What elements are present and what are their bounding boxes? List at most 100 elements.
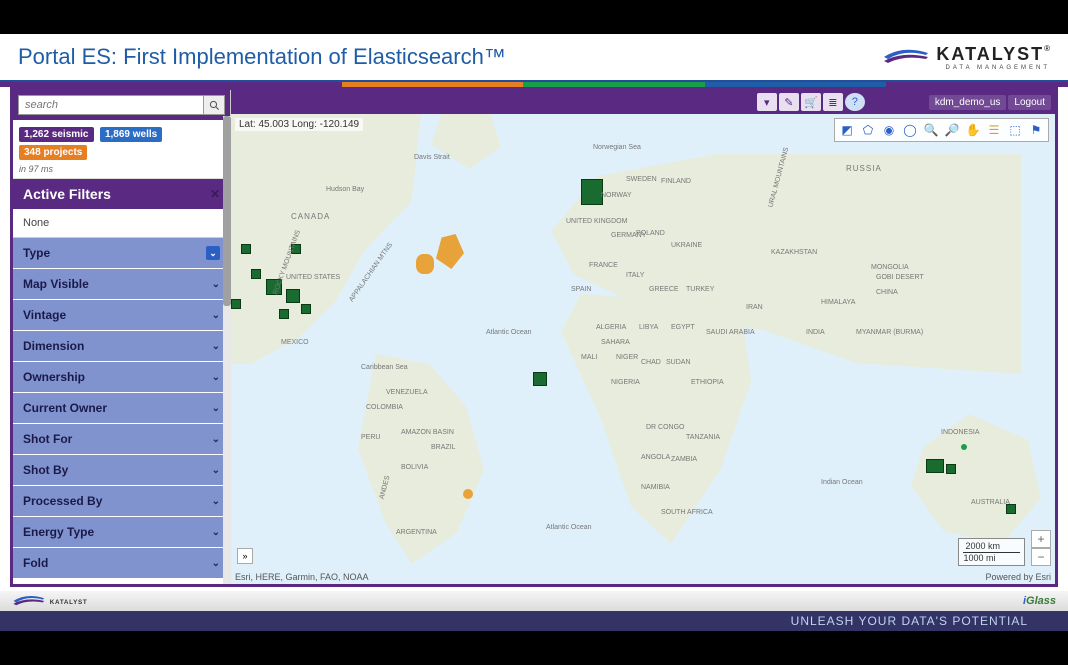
- result-badges: 1,262 seismic 1,869 wells 348 projects: [13, 120, 230, 162]
- map-canvas[interactable]: CANADARUSSIAHudson BayNorwegian SeaDavis…: [231, 114, 1055, 584]
- facet-ownership[interactable]: Ownership⌄: [13, 362, 230, 393]
- map-label: BOLIVIA: [401, 464, 428, 471]
- zoom-in-button[interactable]: +: [1031, 530, 1051, 548]
- map-label: MYANMAR (BURMA): [856, 329, 923, 336]
- active-filters-header: Active Filters ✕: [13, 179, 230, 209]
- map-label: TURKEY: [686, 286, 714, 293]
- map-label: COLOMBIA: [366, 404, 403, 411]
- filter-icon[interactable]: ▾: [757, 93, 777, 111]
- select-poly-icon[interactable]: ⬠: [858, 121, 878, 139]
- search-input[interactable]: [18, 95, 203, 115]
- map-label: SAHARA: [601, 339, 630, 346]
- list-icon[interactable]: ≣: [823, 93, 843, 111]
- map-label: SPAIN: [571, 286, 592, 293]
- help-icon[interactable]: ?: [845, 93, 865, 111]
- map-label: IRAN: [746, 304, 763, 311]
- active-filters-title: Active Filters: [23, 186, 111, 202]
- map-coords: Lat: 45.003 Long: -120.149: [235, 118, 363, 131]
- map-label: Atlantic Ocean: [546, 524, 592, 531]
- user-label[interactable]: kdm_demo_us: [929, 95, 1007, 110]
- facet-label: Dimension: [23, 339, 84, 353]
- chevron-down-icon: ⌄: [212, 558, 220, 569]
- select-rect-icon[interactable]: ◩: [837, 121, 857, 139]
- badge-wells[interactable]: 1,869 wells: [100, 127, 162, 142]
- sidebar-scrollbar[interactable]: [223, 116, 231, 584]
- facet-map-visible[interactable]: Map Visible⌄: [13, 269, 230, 300]
- map-label: NIGER: [616, 354, 638, 361]
- map-label: DR CONGO: [646, 424, 685, 431]
- cart-icon[interactable]: 🛒: [801, 93, 821, 111]
- data-polygon[interactable]: [436, 234, 464, 269]
- chevron-down-icon: ⌄: [212, 496, 220, 507]
- facet-label: Processed By: [23, 494, 102, 508]
- facet-vintage[interactable]: Vintage⌄: [13, 300, 230, 331]
- map-label: NORWAY: [601, 192, 632, 199]
- data-polygon[interactable]: [416, 254, 434, 274]
- data-point[interactable]: [279, 309, 289, 319]
- map-label: RUSSIA: [846, 164, 882, 173]
- map-label: INDIA: [806, 329, 825, 336]
- slide-title-bar: Portal ES: First Implementation of Elast…: [0, 34, 1068, 82]
- data-point[interactable]: [241, 244, 251, 254]
- map-label: UNITED KINGDOM: [566, 218, 627, 225]
- map-label: GREECE: [649, 286, 679, 293]
- query-timing: in 97 ms: [13, 162, 230, 179]
- close-icon[interactable]: ✕: [210, 187, 220, 201]
- zoom-out-button[interactable]: −: [1031, 548, 1051, 566]
- badge-seismic[interactable]: 1,262 seismic: [19, 127, 94, 142]
- map-label: ZAMBIA: [671, 456, 697, 463]
- data-point[interactable]: [251, 269, 261, 279]
- data-point[interactable]: [533, 372, 547, 386]
- select-lasso-icon[interactable]: ◉: [879, 121, 899, 139]
- badge-projects[interactable]: 348 projects: [19, 145, 87, 160]
- basemap-toggle[interactable]: »: [237, 548, 253, 564]
- zoom-in-icon[interactable]: 🔍: [921, 121, 941, 139]
- data-point[interactable]: [231, 299, 241, 309]
- select-circle-icon[interactable]: ◯: [900, 121, 920, 139]
- map-label: ETHIOPIA: [691, 379, 724, 386]
- search-bar: [13, 90, 230, 120]
- data-point[interactable]: [926, 459, 944, 473]
- facet-shot-for[interactable]: Shot For⌄: [13, 424, 230, 455]
- data-polygon[interactable]: [463, 489, 473, 499]
- facet-energy-type[interactable]: Energy Type⌄: [13, 517, 230, 548]
- facet-processed-by[interactable]: Processed By ⌄: [13, 486, 230, 517]
- zoom-control: + −: [1031, 530, 1051, 566]
- footer-logo-text: KATALYST: [50, 598, 88, 605]
- data-point[interactable]: [286, 289, 300, 303]
- map-label: SOUTH AFRICA: [661, 509, 713, 516]
- map-label: ALGERIA: [596, 324, 626, 331]
- scale-mi: 1000 mi: [963, 553, 1020, 563]
- facet-dimension[interactable]: Dimension ⌄: [13, 331, 230, 362]
- flashlight-icon[interactable]: ✎: [779, 93, 799, 111]
- data-point[interactable]: [581, 179, 603, 205]
- map-label: INDONESIA: [941, 429, 980, 436]
- facet-label: Shot For: [23, 432, 72, 446]
- layers-icon[interactable]: ☰: [984, 121, 1004, 139]
- map-label: FINLAND: [661, 178, 691, 185]
- pan-icon[interactable]: ✋: [963, 121, 983, 139]
- bookmark-icon[interactable]: ⚑: [1026, 121, 1046, 139]
- facet-label: Current Owner: [23, 401, 107, 415]
- facet-current-owner[interactable]: Current Owner⌄: [13, 393, 230, 424]
- search-button[interactable]: [203, 95, 225, 115]
- map-label: KAZAKHSTAN: [771, 249, 817, 256]
- chevron-down-icon: ⌄: [212, 341, 220, 352]
- zoom-out-icon[interactable]: 🔎: [942, 121, 962, 139]
- data-point[interactable]: [946, 464, 956, 474]
- facet-type[interactable]: Type⌄: [13, 238, 230, 269]
- data-point[interactable]: [961, 444, 967, 450]
- iglass-logo: iiGlassGlass: [1023, 595, 1056, 607]
- map-label: AUSTRALIA: [971, 499, 1010, 506]
- extent-icon[interactable]: ⬚: [1005, 121, 1025, 139]
- facet-shot-by[interactable]: Shot By⌄: [13, 455, 230, 486]
- map-label: FRANCE: [589, 262, 618, 269]
- map-label: ANGOLA: [641, 454, 670, 461]
- search-icon: [209, 100, 220, 111]
- facet-fold[interactable]: Fold⌄: [13, 548, 230, 579]
- chevron-down-icon: ⌄: [212, 527, 220, 538]
- map-label: GERMANY: [611, 232, 646, 239]
- data-point[interactable]: [301, 304, 311, 314]
- logout-link[interactable]: Logout: [1008, 95, 1051, 110]
- app-frame: 1,262 seismic 1,869 wells 348 projects i…: [10, 87, 1058, 587]
